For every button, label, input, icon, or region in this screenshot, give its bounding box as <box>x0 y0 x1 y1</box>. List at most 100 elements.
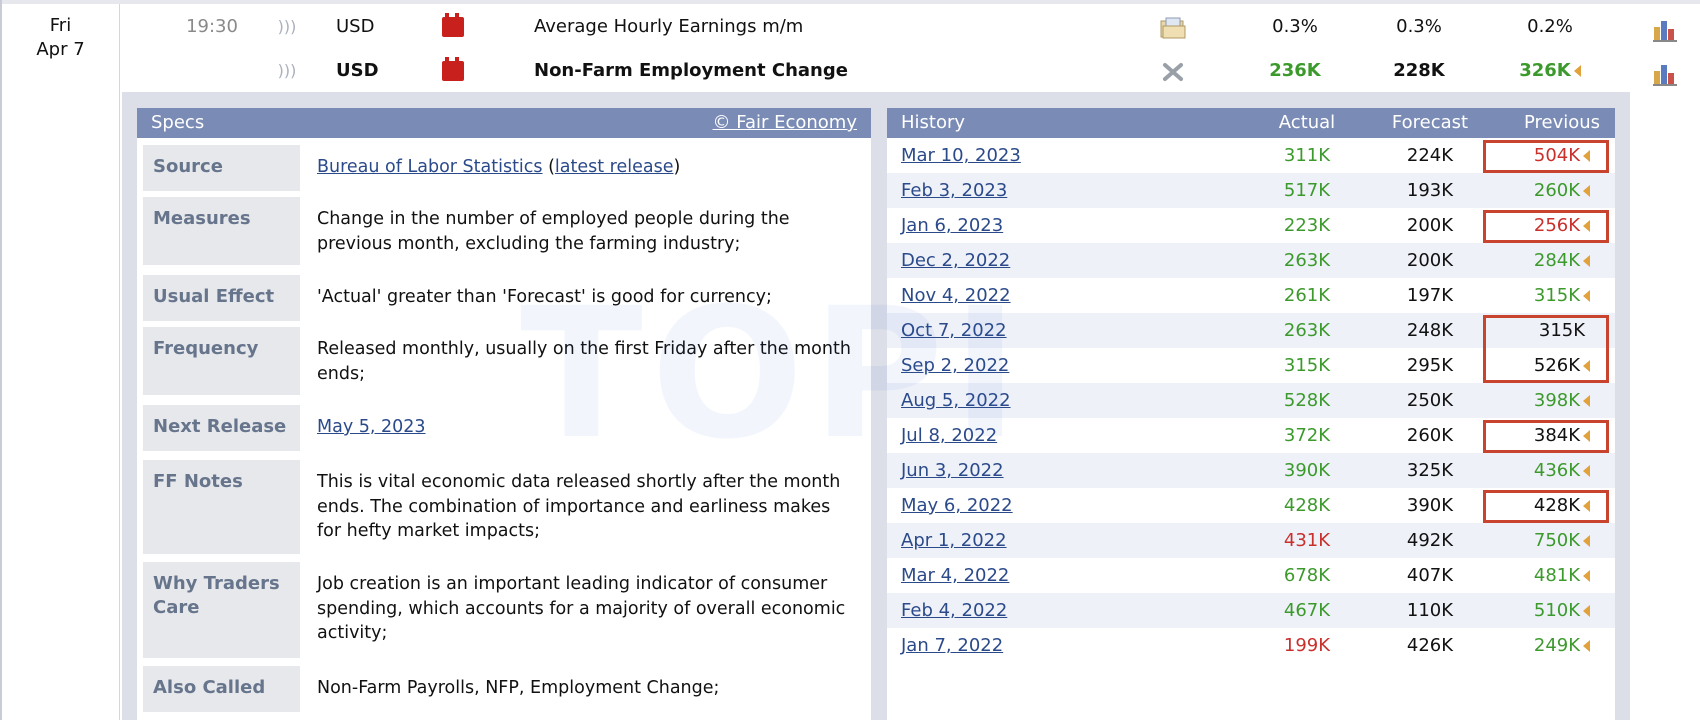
source-link[interactable]: Bureau of Labor Statistics <box>317 157 543 177</box>
spec-value-text: ) <box>673 157 681 177</box>
revised-arrow-icon <box>1583 640 1591 652</box>
history-forecast: 390K <box>1406 495 1454 516</box>
event-time: 19:30 <box>186 16 238 37</box>
history-date-link[interactable]: Mar 10, 2023 <box>901 138 1021 173</box>
history-previous: 284K <box>1512 243 1612 278</box>
history-forecast: 200K <box>1406 250 1454 271</box>
history-actual: 315K <box>1283 355 1331 376</box>
history-actual: 528K <box>1283 390 1331 411</box>
history-previous-value: 260K <box>1533 180 1581 201</box>
spec-label: Source <box>143 145 300 191</box>
history-previous-value: 750K <box>1533 530 1581 551</box>
watermark: TOPI <box>520 270 1027 479</box>
specs-title: Specs <box>151 112 205 133</box>
event-name[interactable]: Non-Farm Employment Change <box>534 49 1154 93</box>
history-previous: 481K <box>1512 558 1612 593</box>
date-column: Fri Apr 7 <box>2 4 120 720</box>
fair-economy-link[interactable]: © Fair Economy <box>713 108 857 138</box>
event-forecast: 228K <box>1393 60 1445 81</box>
history-actual: 517K <box>1283 180 1331 201</box>
event-previous: 326K <box>1500 49 1600 93</box>
history-previous-value: 284K <box>1533 250 1581 271</box>
history-date-link[interactable]: Jan 7, 2022 <box>901 628 1003 663</box>
history-forecast: 325K <box>1406 460 1454 481</box>
spec-row-why-traders-care: Why Traders Care Job creation is an impo… <box>143 562 865 658</box>
history-actual: 311K <box>1283 145 1331 166</box>
sound-icon[interactable]: ))) <box>277 49 297 93</box>
history-header: History Actual Forecast Previous <box>887 108 1615 138</box>
history-previous: 750K <box>1512 523 1612 558</box>
history-row: Jan 7, 2022 199K 426K 249K <box>887 628 1615 663</box>
highlight-box <box>1483 420 1609 453</box>
event-currency: USD <box>336 60 379 81</box>
spec-label: Measures <box>143 197 300 265</box>
spec-value: Job creation is an important leading ind… <box>317 574 846 643</box>
history-forecast: 295K <box>1406 355 1454 376</box>
history-row: Apr 1, 2022 431K 492K 750K <box>887 523 1615 558</box>
history-previous-value: 315K <box>1533 285 1581 306</box>
top-strip <box>0 0 1700 4</box>
spec-label: Frequency <box>143 327 300 395</box>
event-row-selected[interactable]: ))) USD Non-Farm Employment Change 236K … <box>122 49 1700 93</box>
highlight-box <box>1483 315 1609 383</box>
history-previous: 436K <box>1512 453 1612 488</box>
history-previous-value: 436K <box>1533 460 1581 481</box>
sound-icon[interactable]: ))) <box>277 5 297 49</box>
history-actual: 263K <box>1283 320 1331 341</box>
close-icon[interactable] <box>1160 57 1186 81</box>
revised-arrow-icon <box>1583 290 1591 302</box>
history-date-link[interactable]: Apr 1, 2022 <box>901 523 1007 558</box>
history-actual: 467K <box>1283 600 1331 621</box>
event-day: Fri <box>49 15 72 36</box>
spec-label: Why Traders Care <box>143 562 300 658</box>
high-impact-icon <box>442 57 464 81</box>
highlight-box <box>1483 210 1609 243</box>
revised-arrow-icon <box>1583 395 1591 407</box>
event-currency: USD <box>336 16 375 37</box>
right-gutter <box>1630 4 1700 720</box>
history-date-link[interactable]: Mar 4, 2022 <box>901 558 1009 593</box>
revised-arrow-icon <box>1583 535 1591 547</box>
col-actual: Actual <box>1278 112 1336 133</box>
next-release-link[interactable]: May 5, 2023 <box>317 417 426 437</box>
bar-chart-icon[interactable] <box>1652 59 1678 86</box>
col-previous: Previous <box>1523 112 1601 133</box>
history-date-link[interactable]: Jan 6, 2023 <box>901 208 1003 243</box>
history-forecast: 110K <box>1406 600 1454 621</box>
history-date-link[interactable]: Feb 3, 2023 <box>901 173 1007 208</box>
bar-chart-icon[interactable] <box>1652 15 1678 42</box>
history-date-link[interactable]: May 6, 2022 <box>901 488 1013 523</box>
history-forecast: 193K <box>1406 180 1454 201</box>
history-previous: 249K <box>1512 628 1612 663</box>
event-actual: 236K <box>1269 60 1321 81</box>
folder-icon[interactable] <box>1160 13 1186 39</box>
revised-arrow-icon <box>1583 255 1591 267</box>
history-forecast: 197K <box>1406 285 1454 306</box>
history-forecast: 260K <box>1406 425 1454 446</box>
latest-release-link[interactable]: latest release <box>555 157 674 177</box>
specs-header: Specs © Fair Economy <box>137 108 871 138</box>
event-name[interactable]: Average Hourly Earnings m/m <box>534 5 1154 49</box>
history-forecast: 224K <box>1406 145 1454 166</box>
history-previous-value: 398K <box>1533 390 1581 411</box>
history-actual: 678K <box>1283 565 1331 586</box>
history-actual: 261K <box>1283 285 1331 306</box>
spec-value: Bureau of Labor Statistics (latest relea… <box>317 145 857 180</box>
revised-arrow-icon <box>1583 570 1591 582</box>
event-row[interactable]: 19:30 ))) USD Average Hourly Earnings m/… <box>122 5 1700 49</box>
history-previous-value: 481K <box>1533 565 1581 586</box>
spec-row-also-called: Also Called Non-Farm Payrolls, NFP, Empl… <box>143 666 865 712</box>
spec-label: Next Release <box>143 405 300 451</box>
highlight-box <box>1483 490 1609 523</box>
col-forecast: Forecast <box>1391 112 1469 133</box>
spec-value-text: ( <box>542 157 555 177</box>
history-actual: 223K <box>1283 215 1331 236</box>
history-actual: 390K <box>1283 460 1331 481</box>
history-forecast: 200K <box>1406 215 1454 236</box>
history-title: History <box>901 112 966 133</box>
history-date-link[interactable]: Feb 4, 2022 <box>901 593 1007 628</box>
event-forecast: 0.3% <box>1396 16 1442 37</box>
spec-row-measures: Measures Change in the number of employe… <box>143 197 865 265</box>
spec-label: FF Notes <box>143 460 300 554</box>
history-row: Feb 3, 2023 517K 193K 260K <box>887 173 1615 208</box>
